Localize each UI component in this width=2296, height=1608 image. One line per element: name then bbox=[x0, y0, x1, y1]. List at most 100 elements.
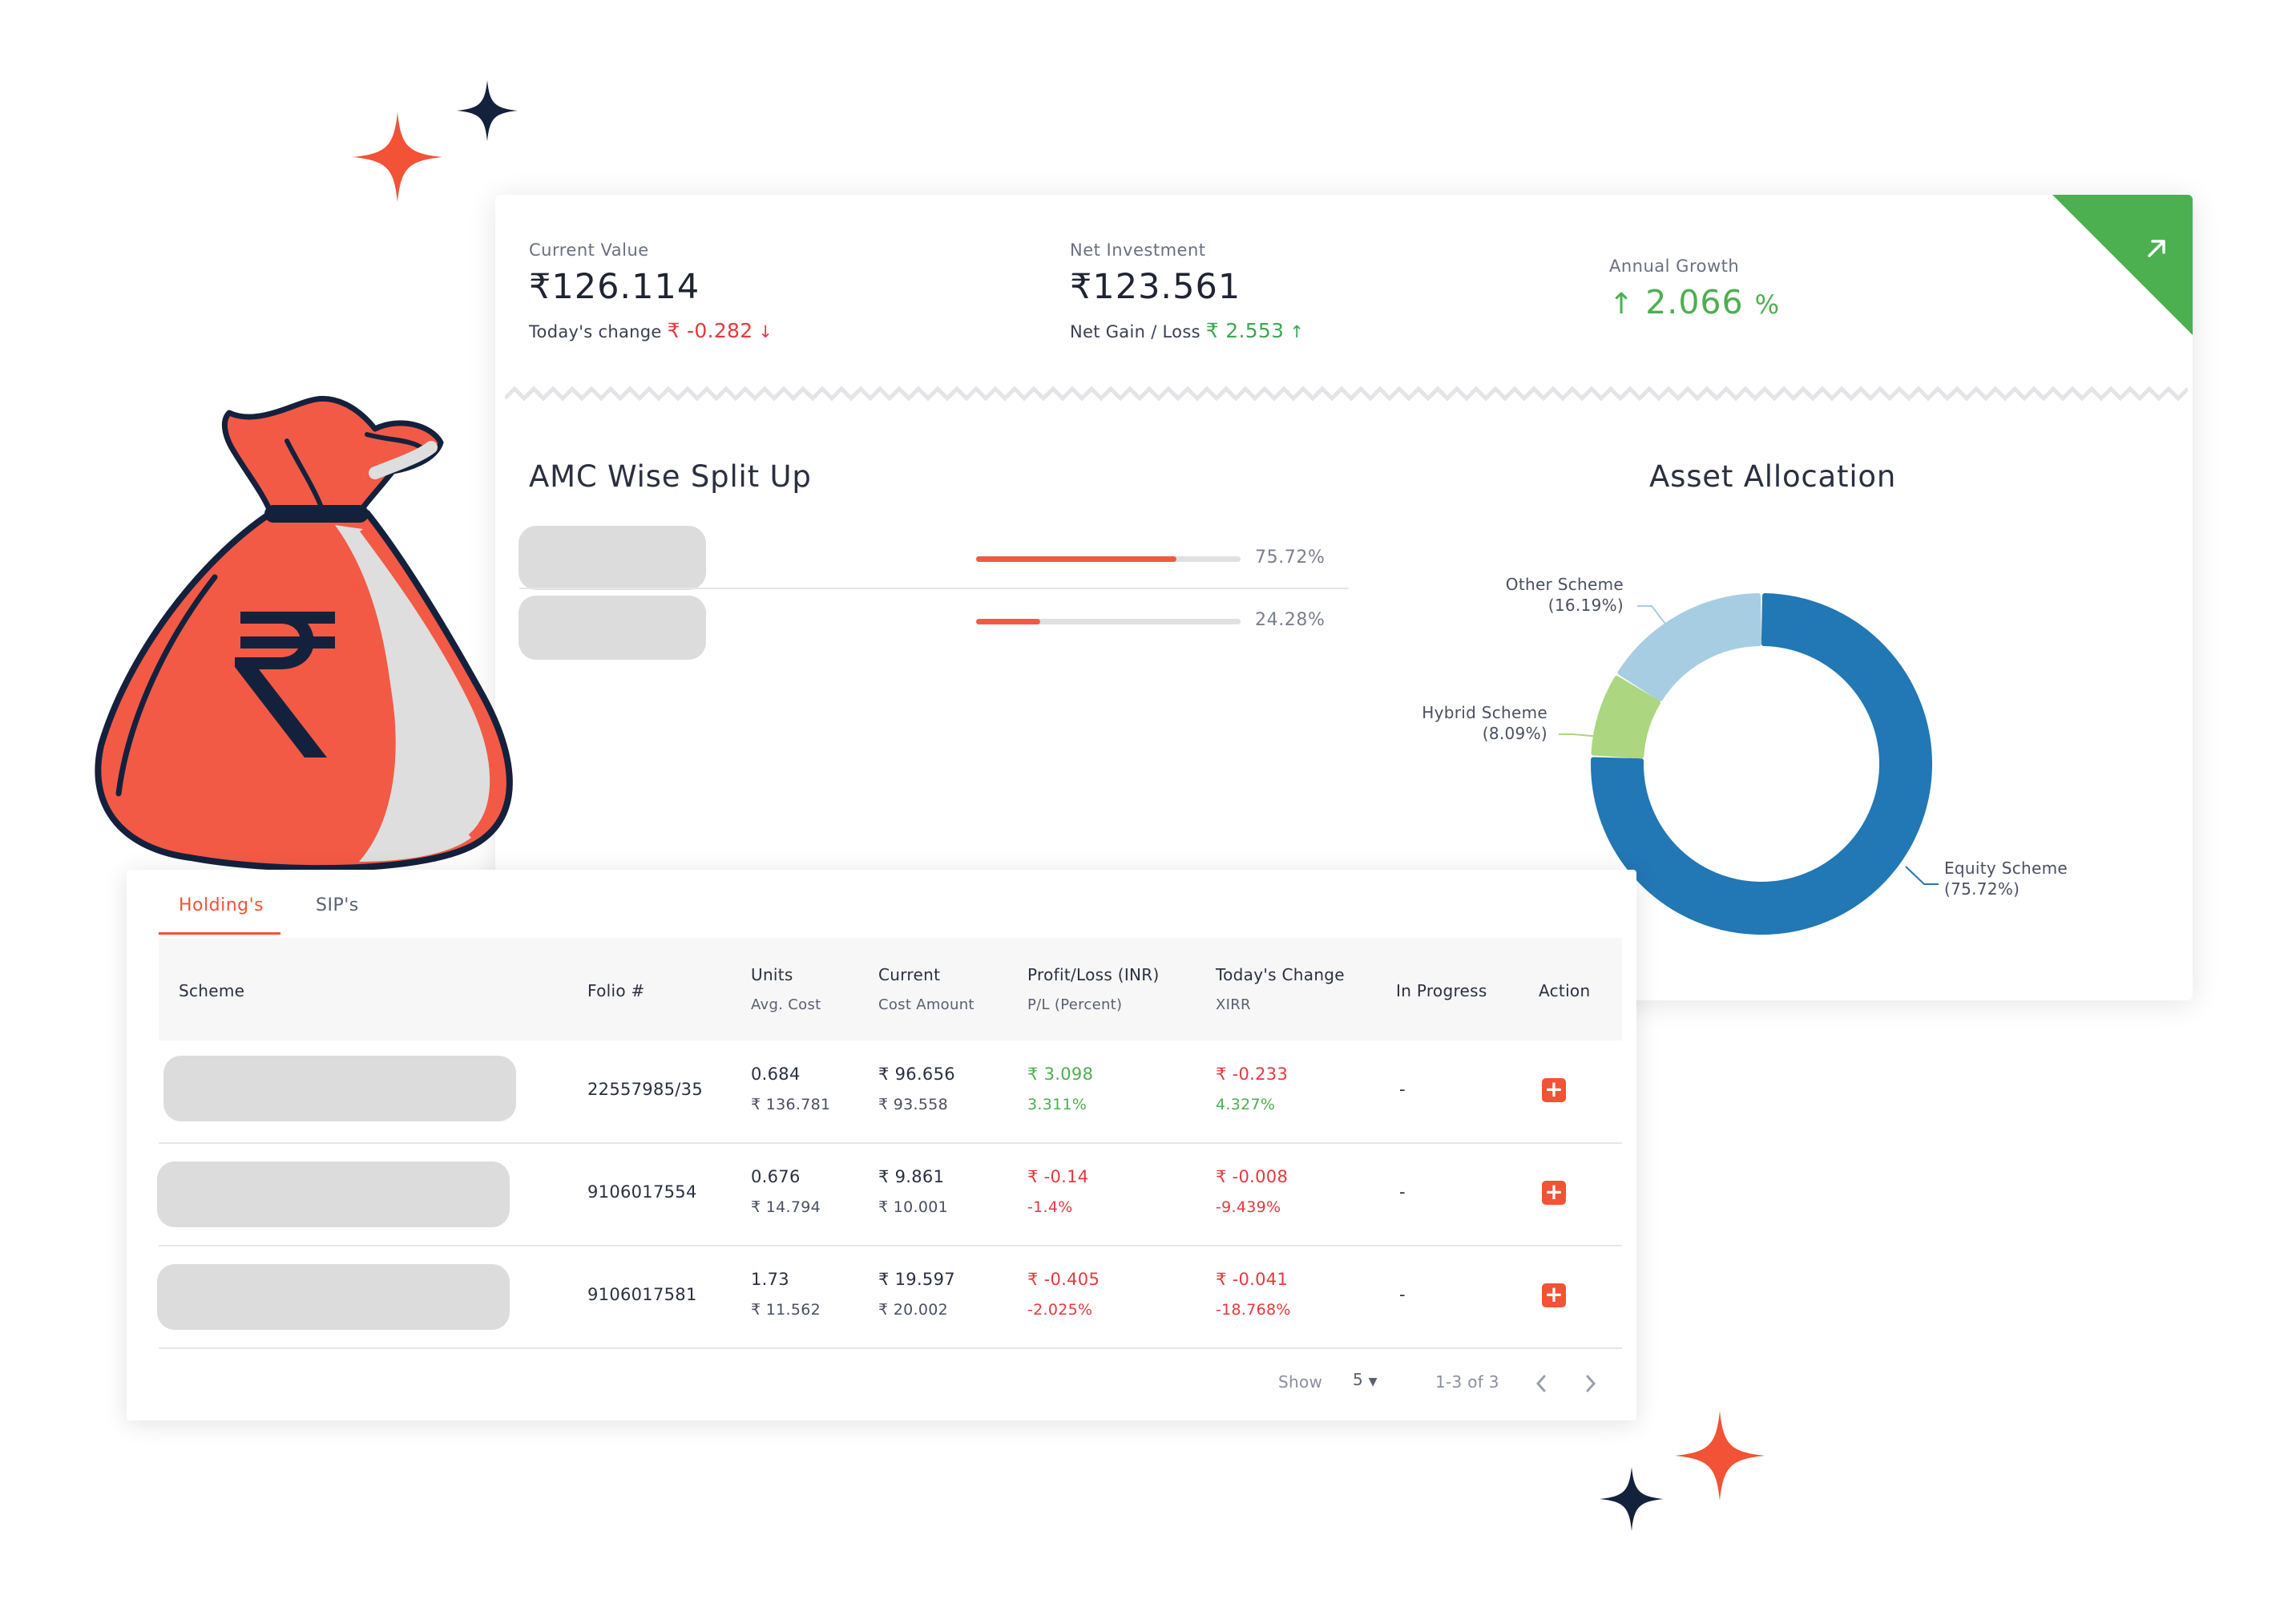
other-scheme-name: Other Scheme bbox=[1505, 575, 1624, 594]
col-header-units[interactable]: Units bbox=[751, 965, 793, 984]
amc-progress-bar bbox=[976, 556, 1241, 562]
page-size-value: 5 bbox=[1353, 1370, 1364, 1389]
zigzag-divider bbox=[505, 386, 2188, 402]
hybrid-scheme-percent: (8.09%) bbox=[1482, 724, 1547, 743]
col-header-in-progress[interactable]: In Progress bbox=[1396, 981, 1487, 1000]
col-header-todays-change[interactable]: Today's Change bbox=[1216, 965, 1345, 984]
growth-arrow-up-icon: ↑ bbox=[1609, 288, 1635, 321]
todays-change-value: ₹ -0.282 bbox=[667, 319, 753, 342]
col-header-current[interactable]: Current bbox=[878, 965, 940, 984]
equity-scheme-name: Equity Scheme bbox=[1944, 859, 2068, 878]
col-header-action: Action bbox=[1539, 981, 1591, 1000]
avg-cost-value: ₹ 136.781 bbox=[751, 1096, 831, 1113]
units-value: 0.684 bbox=[751, 1065, 801, 1084]
folio-number: 9106017554 bbox=[587, 1182, 697, 1202]
page-size-select[interactable]: 5 ▼ bbox=[1353, 1370, 1378, 1389]
units-value: 1.73 bbox=[751, 1270, 789, 1289]
amc-progress-bar bbox=[976, 619, 1241, 624]
net-investment-value: ₹123.561 bbox=[1070, 267, 1241, 307]
todays-change-label: Today's change bbox=[529, 322, 662, 341]
scheme-name-redacted bbox=[157, 1162, 510, 1227]
in-progress-value: - bbox=[1399, 1182, 1406, 1202]
other-scheme-percent: (16.19%) bbox=[1547, 596, 1624, 615]
row-divider bbox=[159, 1347, 1622, 1349]
net-gain-label: Net Gain / Loss bbox=[1070, 322, 1200, 341]
amc-progress-fill bbox=[976, 556, 1176, 562]
equity-scheme-label: Equity Scheme (75.72%) bbox=[1944, 858, 2068, 899]
rupee-money-bag-illustration bbox=[95, 395, 513, 872]
amc-percent: 24.28% bbox=[1255, 610, 1326, 630]
sparkle-orange-bottom-icon bbox=[1675, 1411, 1765, 1501]
row-divider bbox=[159, 1245, 1622, 1246]
col-header-xirr[interactable]: XIRR bbox=[1216, 996, 1251, 1013]
xirr-value: -9.439% bbox=[1216, 1198, 1281, 1216]
sparkle-navy-top-icon bbox=[457, 80, 518, 141]
avg-cost-value: ₹ 14.794 bbox=[751, 1198, 821, 1216]
in-progress-value: - bbox=[1399, 1285, 1406, 1304]
current-value-cell: ₹ 96.656 bbox=[878, 1065, 955, 1084]
col-header-pl-percent[interactable]: P/L (Percent) bbox=[1027, 996, 1122, 1013]
col-header-cost-amount[interactable]: Cost Amount bbox=[878, 996, 974, 1013]
current-value-cell: ₹ 9.861 bbox=[878, 1167, 945, 1186]
holdings-table-card: Holding's SIP's Scheme Folio # Units Avg… bbox=[127, 870, 1636, 1420]
add-button[interactable]: + bbox=[1542, 1078, 1566, 1102]
plus-icon: + bbox=[1544, 1281, 1564, 1307]
pl-percent-value: -1.4% bbox=[1027, 1198, 1073, 1216]
scheme-name-redacted bbox=[163, 1056, 516, 1121]
net-gain-value: ₹ 2.553 bbox=[1205, 319, 1285, 342]
profit-loss-value: ₹ -0.14 bbox=[1027, 1167, 1089, 1186]
net-gain-loss: Net Gain / Loss ₹ 2.553 ↑ bbox=[1070, 319, 1304, 342]
sparkle-navy-bottom-icon bbox=[1600, 1467, 1664, 1531]
plus-icon: + bbox=[1544, 1076, 1564, 1102]
units-value: 0.676 bbox=[751, 1167, 801, 1186]
arrow-up-icon: ↑ bbox=[1289, 322, 1305, 341]
todays-change: Today's change ₹ -0.282 ↓ bbox=[529, 319, 773, 342]
donut-slice-other-scheme[interactable] bbox=[1617, 593, 1762, 701]
col-header-folio[interactable]: Folio # bbox=[587, 981, 645, 1000]
amc-progress-fill bbox=[976, 619, 1041, 624]
avg-cost-value: ₹ 11.562 bbox=[751, 1301, 821, 1319]
in-progress-value: - bbox=[1399, 1080, 1406, 1099]
col-header-avg-cost[interactable]: Avg. Cost bbox=[751, 996, 821, 1013]
amc-name-redacted bbox=[519, 526, 706, 590]
arrow-up-right-icon bbox=[2148, 240, 2165, 257]
add-button[interactable]: + bbox=[1542, 1181, 1566, 1205]
add-button[interactable]: + bbox=[1542, 1283, 1566, 1307]
pl-percent-value: 3.311% bbox=[1027, 1096, 1087, 1113]
annual-growth-unit: % bbox=[1754, 289, 1781, 320]
folio-number: 9106017581 bbox=[587, 1285, 697, 1304]
col-header-profit-loss[interactable]: Profit/Loss (INR) bbox=[1027, 965, 1160, 984]
current-value-cell: ₹ 19.597 bbox=[878, 1270, 955, 1289]
show-label: Show bbox=[1278, 1372, 1323, 1392]
cost-amount-value: ₹ 20.002 bbox=[878, 1301, 949, 1319]
cost-amount-value: ₹ 93.558 bbox=[878, 1096, 949, 1113]
next-page-icon[interactable] bbox=[1583, 1373, 1599, 1394]
previous-page-icon[interactable] bbox=[1533, 1373, 1549, 1394]
todays-change-cell: ₹ -0.008 bbox=[1216, 1167, 1289, 1186]
arrow-down-icon: ↓ bbox=[758, 322, 773, 341]
profit-loss-value: ₹ -0.405 bbox=[1027, 1270, 1100, 1289]
cost-amount-value: ₹ 10.001 bbox=[878, 1198, 949, 1216]
expand-corner-button[interactable] bbox=[2052, 195, 2193, 335]
asset-allocation-title: Asset Allocation bbox=[1649, 459, 1897, 494]
hybrid-scheme-name: Hybrid Scheme bbox=[1422, 703, 1547, 722]
amc-percent: 75.72% bbox=[1255, 547, 1326, 568]
caret-down-icon: ▼ bbox=[1368, 1376, 1378, 1388]
xirr-value: 4.327% bbox=[1216, 1096, 1276, 1113]
col-header-scheme[interactable]: Scheme bbox=[179, 981, 244, 1000]
row-divider bbox=[159, 1142, 1622, 1144]
other-scheme-label: Other Scheme (16.19%) bbox=[1506, 574, 1624, 616]
tab-sips[interactable]: SIP's bbox=[316, 895, 359, 915]
scheme-name-redacted bbox=[157, 1264, 510, 1330]
current-value-label: Current Value bbox=[529, 240, 649, 260]
pl-percent-value: -2.025% bbox=[1027, 1301, 1093, 1319]
current-value: ₹126.114 bbox=[529, 267, 700, 307]
amc-name-redacted bbox=[519, 596, 706, 660]
todays-change-cell: ₹ -0.041 bbox=[1216, 1270, 1289, 1289]
net-investment-label: Net Investment bbox=[1070, 240, 1206, 260]
amc-split-title: AMC Wise Split Up bbox=[529, 459, 812, 494]
sparkle-orange-top-icon bbox=[353, 112, 442, 202]
tab-holdings[interactable]: Holding's bbox=[179, 895, 264, 915]
amc-row-divider bbox=[519, 588, 1349, 589]
annual-growth-value: 2.066 bbox=[1645, 283, 1744, 321]
